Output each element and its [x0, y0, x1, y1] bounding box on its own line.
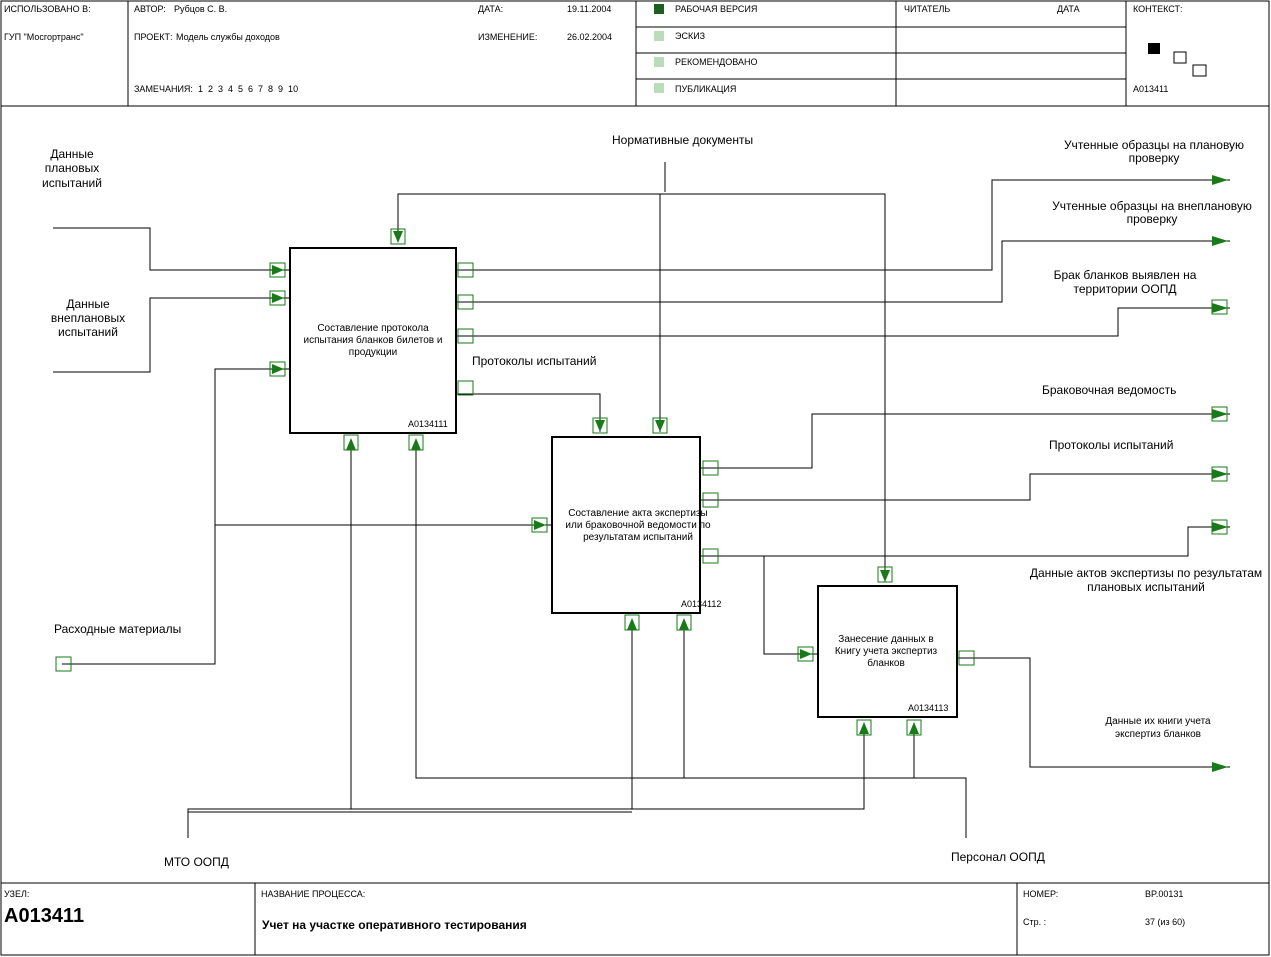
- status-recommended-label: РЕКОМЕНДОВАНО: [675, 57, 757, 67]
- date-label: ДАТА:: [478, 4, 503, 14]
- activity-box-2[interactable]: Составление акта экспертизы или браковоч…: [551, 436, 721, 614]
- notes-label: ЗАМЕЧАНИЯ:: [134, 84, 193, 94]
- box-2-code: A0134112: [681, 599, 721, 609]
- author-value: Рубцов С. В.: [174, 4, 227, 14]
- box-2-line-3: результатам испытаний: [583, 532, 693, 543]
- context-active-box: [1148, 43, 1160, 54]
- label-out-reject: Браковочная ведомость: [1042, 383, 1176, 397]
- status-draft-marker: [654, 31, 664, 41]
- label-planned-data-2: плановых: [45, 161, 99, 175]
- status-draft-label: ЭСКИЗ: [675, 31, 705, 41]
- status-working-marker: [654, 4, 664, 14]
- label-out-expertise-1: Данные актов экспертизы по результатам: [1030, 566, 1262, 580]
- label-out-book-2: экспертиз бланков: [1115, 728, 1201, 740]
- box-3-line-3: бланков: [867, 657, 905, 669]
- page-label: Стр. :: [1023, 917, 1046, 927]
- box-1-code: A0134111: [408, 419, 448, 429]
- status-working-label: РАБОЧАЯ ВЕРСИЯ: [675, 4, 757, 14]
- box-3-code: A0134113: [908, 703, 948, 713]
- box-1-line-1: Составление протокола: [317, 323, 429, 334]
- idef0-diagram: ИСПОЛЬЗОВАНО В: ГУП "Мосгортранс" АВТОР:…: [0, 0, 1270, 956]
- number-label: НОМЕР:: [1023, 889, 1058, 899]
- reader-date-label: ДАТА: [1057, 4, 1080, 14]
- footer-frame: [0, 882, 1270, 956]
- page-value: 37 (из 60): [1145, 917, 1185, 927]
- label-unplanned-data-2: внеплановых: [51, 311, 125, 325]
- reader-label: ЧИТАТЕЛЬ: [904, 4, 950, 14]
- box-1-line-3: продукции: [349, 347, 397, 358]
- label-out-defect-1: Брак бланков выявлен на: [1054, 268, 1197, 282]
- status-recommended-marker: [654, 57, 664, 67]
- label-out-planned-1: Учтенные образцы на плановую: [1064, 138, 1244, 152]
- status-publication-label: ПУБЛИКАЦИЯ: [675, 84, 736, 94]
- label-staff: Персонал ООПД: [951, 850, 1045, 864]
- used-at-label: ИСПОЛЬЗОВАНО В:: [4, 4, 91, 14]
- box-3-line-2: Книгу учета экспертиз: [835, 646, 938, 657]
- author-label: АВТОР:: [134, 4, 166, 14]
- number-value: BP.00131: [1145, 889, 1183, 899]
- label-normative: Нормативные документы: [612, 133, 753, 147]
- label-planned-data-3: испытаний: [42, 176, 102, 190]
- context-label: КОНТЕКСТ:: [1133, 4, 1182, 14]
- date-value: 19.11.2004: [567, 4, 611, 14]
- context-code: A013411: [1133, 84, 1168, 94]
- activity-box-1[interactable]: Составление протокола испытания бланков …: [289, 247, 457, 434]
- context-box: [1192, 64, 1207, 77]
- label-unplanned-data-1: Данные: [66, 297, 110, 311]
- notes-numbers: 1 2 3 4 5 6 7 8 9 10: [198, 84, 298, 94]
- project-label: ПРОЕКТ:: [134, 32, 173, 42]
- used-at-value: ГУП "Мосгортранс": [4, 32, 84, 42]
- change-value: 26.02.2004: [567, 32, 612, 42]
- label-out-unplanned-2: проверку: [1127, 212, 1178, 226]
- process-title: Учет на участке оперативного тестировани…: [262, 918, 527, 932]
- label-out-book-1: Данные их книги учета: [1105, 716, 1211, 727]
- change-label: ИЗМЕНЕНИЕ:: [478, 32, 537, 42]
- box-1-line-2: испытания бланков билетов и: [304, 334, 443, 346]
- label-consumables: Расходные материалы: [54, 622, 181, 636]
- node-label: УЗЕЛ:: [4, 889, 29, 899]
- label-out-protocols: Протоколы испытаний: [1049, 438, 1173, 452]
- status-publication-marker: [654, 83, 664, 93]
- project-value: Модель службы доходов: [176, 32, 280, 42]
- box-2-line-2: или браковочной ведомости по: [565, 519, 711, 531]
- activity-box-3[interactable]: Занесение данных в Книгу учета экспертиз…: [817, 585, 958, 718]
- label-out-unplanned-1: Учтенные образцы на внеплановую: [1052, 199, 1252, 213]
- box-3-line-1: Занесение данных в: [838, 634, 933, 645]
- label-mto: МТО ООПД: [164, 855, 229, 869]
- label-out-planned-2: проверку: [1129, 151, 1180, 165]
- label-out-expertise-2: плановых испытаний: [1087, 580, 1205, 594]
- label-unplanned-data-3: испытаний: [58, 325, 118, 339]
- node-value: A013411: [4, 905, 84, 927]
- label-protocols-mid: Протоколы испытаний: [472, 354, 596, 368]
- context-box: [1173, 51, 1187, 64]
- process-label: НАЗВАНИЕ ПРОЦЕССА:: [261, 889, 365, 899]
- label-out-defect-2: территории ООПД: [1074, 282, 1177, 296]
- box-2-line-1: Составление акта экспертизы: [568, 508, 707, 519]
- label-planned-data-1: Данные: [50, 147, 94, 161]
